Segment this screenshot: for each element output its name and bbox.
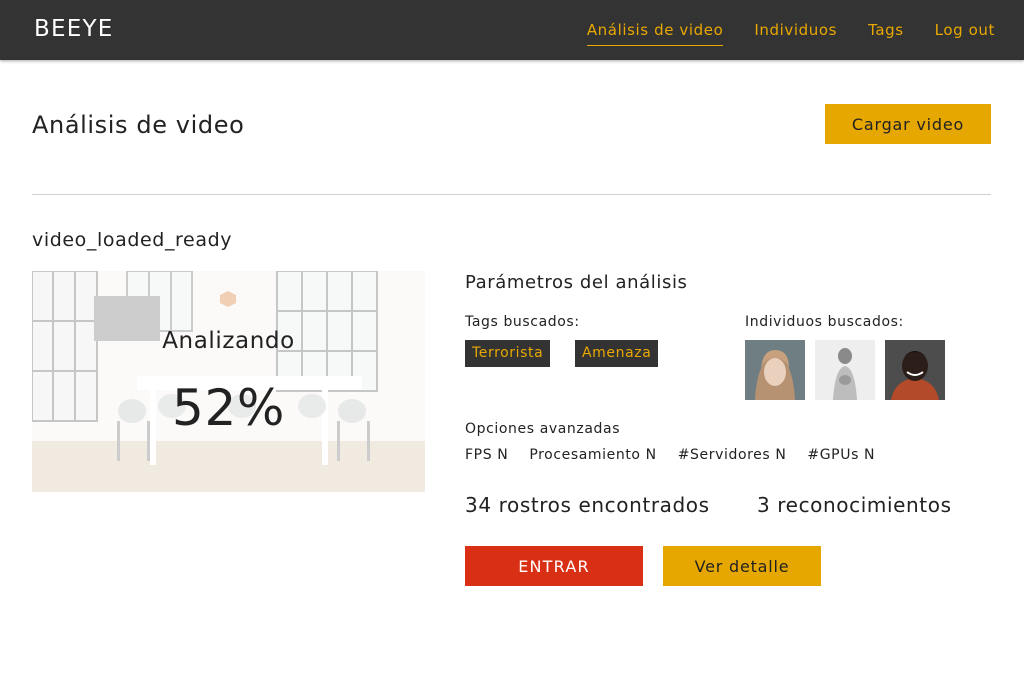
tags-label: Tags buscados: bbox=[465, 314, 580, 330]
analysis-progress: 52% bbox=[172, 379, 285, 437]
individual-avatar[interactable] bbox=[745, 340, 805, 400]
analysis-status: Analizando bbox=[162, 328, 295, 354]
page-title: Análisis de video bbox=[32, 111, 245, 139]
enter-button[interactable]: ENTRAR bbox=[465, 546, 643, 586]
individuals-label: Individuos buscados: bbox=[745, 314, 904, 330]
option-processing: Procesamiento N bbox=[529, 447, 657, 463]
recognitions-count: 3 reconocimientos bbox=[757, 493, 952, 517]
person-photo bbox=[815, 340, 875, 400]
option-fps: FPS N bbox=[465, 447, 509, 463]
faces-found: 34 rostros encontrados bbox=[465, 493, 710, 517]
tag-chip[interactable]: Amenaza bbox=[575, 340, 659, 367]
nav-link-individuals[interactable]: Individuos bbox=[754, 21, 837, 39]
view-detail-button[interactable]: Ver detalle bbox=[663, 546, 821, 586]
person-photo bbox=[885, 340, 945, 400]
option-gpus: #GPUs N bbox=[807, 447, 876, 463]
advanced-options-title: Opciones avanzadas bbox=[465, 421, 621, 437]
nav-link-tags[interactable]: Tags bbox=[868, 21, 904, 39]
advanced-options: FPS N Procesamiento N #Servidores N #GPU… bbox=[465, 447, 896, 463]
person-photo bbox=[745, 340, 805, 400]
video-name: video_loaded_ready bbox=[32, 229, 233, 251]
tag-chip[interactable]: Terrorista bbox=[465, 340, 551, 367]
nav-link-video-analysis[interactable]: Análisis de video bbox=[586, 21, 724, 46]
option-servers: #Servidores N bbox=[677, 447, 787, 463]
video-thumbnail[interactable]: Analizando 52% bbox=[32, 271, 425, 492]
top-navbar: BEEYE Análisis de video Individuos Tags … bbox=[0, 0, 1024, 60]
section-divider bbox=[32, 194, 991, 195]
brand-logo[interactable]: BEEYE bbox=[34, 16, 113, 42]
individual-avatar[interactable] bbox=[815, 340, 875, 400]
upload-video-button[interactable]: Cargar video bbox=[825, 104, 991, 144]
individual-avatar[interactable] bbox=[885, 340, 945, 400]
params-title: Parámetros del análisis bbox=[465, 272, 688, 293]
nav-link-logout[interactable]: Log out bbox=[935, 21, 995, 39]
main-nav: Análisis de video Individuos Tags Log ou… bbox=[556, 0, 995, 60]
